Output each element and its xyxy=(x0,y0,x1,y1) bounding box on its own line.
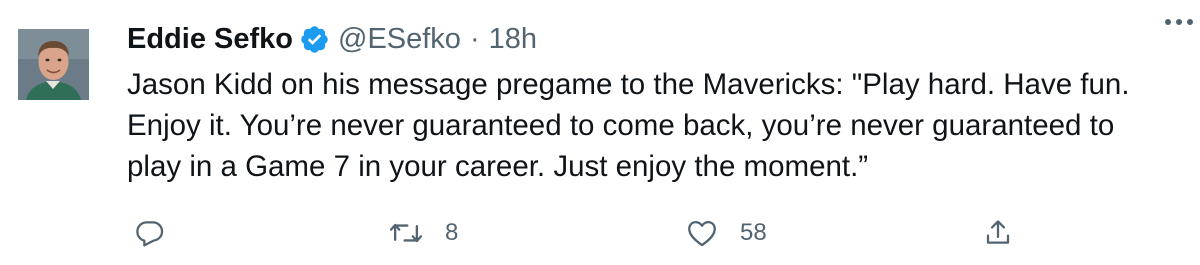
share-button[interactable] xyxy=(982,216,1014,250)
avatar-image xyxy=(18,29,89,100)
retweet-count: 8 xyxy=(445,219,459,246)
tweet-text: Jason Kidd on his message pregame to the… xyxy=(127,68,1130,183)
verified-badge-icon xyxy=(299,24,330,55)
author-display-name[interactable]: Eddie Sefko xyxy=(127,23,293,56)
tweet-header: Eddie Sefko @ESefko · 18h xyxy=(127,14,1187,64)
like-button[interactable]: 58 xyxy=(684,216,767,250)
heart-icon xyxy=(684,216,720,250)
author-handle[interactable]: @ESefko xyxy=(338,23,461,56)
share-icon xyxy=(982,216,1014,250)
more-options-icon[interactable] xyxy=(1162,12,1196,32)
reply-button[interactable] xyxy=(133,216,167,250)
like-count: 58 xyxy=(740,219,767,246)
separator-dot: · xyxy=(469,22,480,55)
avatar[interactable] xyxy=(18,29,89,100)
tweet-timestamp[interactable]: 18h xyxy=(489,23,537,56)
tweet-content: Eddie Sefko @ESefko · 18h Jason Kidd on … xyxy=(127,14,1187,187)
tweet-card[interactable]: Eddie Sefko @ESefko · 18h Jason Kidd on … xyxy=(0,0,1200,265)
reply-icon xyxy=(133,216,167,250)
retweet-button[interactable]: 8 xyxy=(387,216,458,250)
retweet-icon xyxy=(387,216,425,250)
